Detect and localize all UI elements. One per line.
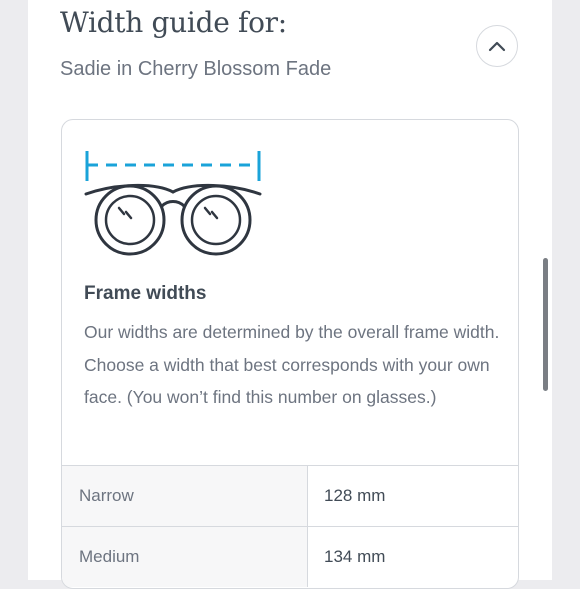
glasses-width-icon bbox=[84, 151, 262, 256]
width-name: Medium bbox=[62, 526, 308, 587]
product-name: Sadie in Cherry Blossom Fade bbox=[60, 58, 332, 80]
table-row: Medium 134 mm bbox=[62, 526, 518, 587]
width-table: Narrow 128 mm Medium 134 mm bbox=[62, 465, 518, 587]
scrollbar[interactable] bbox=[543, 258, 548, 391]
card-description: Our widths are determined by the overall… bbox=[84, 322, 500, 407]
width-value: 134 mm bbox=[307, 526, 518, 587]
width-guide-panel: Width guide for: Sadie in Cherry Blossom… bbox=[28, 0, 552, 589]
card-heading: Frame widths bbox=[84, 283, 207, 304]
frame-widths-card: Frame widths Our widths are determined b… bbox=[61, 119, 519, 589]
width-name: Narrow bbox=[62, 465, 308, 527]
chevron-up-icon bbox=[488, 41, 506, 52]
collapse-button[interactable] bbox=[476, 25, 518, 67]
width-value: 128 mm bbox=[307, 465, 518, 527]
table-row: Narrow 128 mm bbox=[62, 465, 518, 527]
page-title: Width guide for: bbox=[60, 6, 287, 39]
